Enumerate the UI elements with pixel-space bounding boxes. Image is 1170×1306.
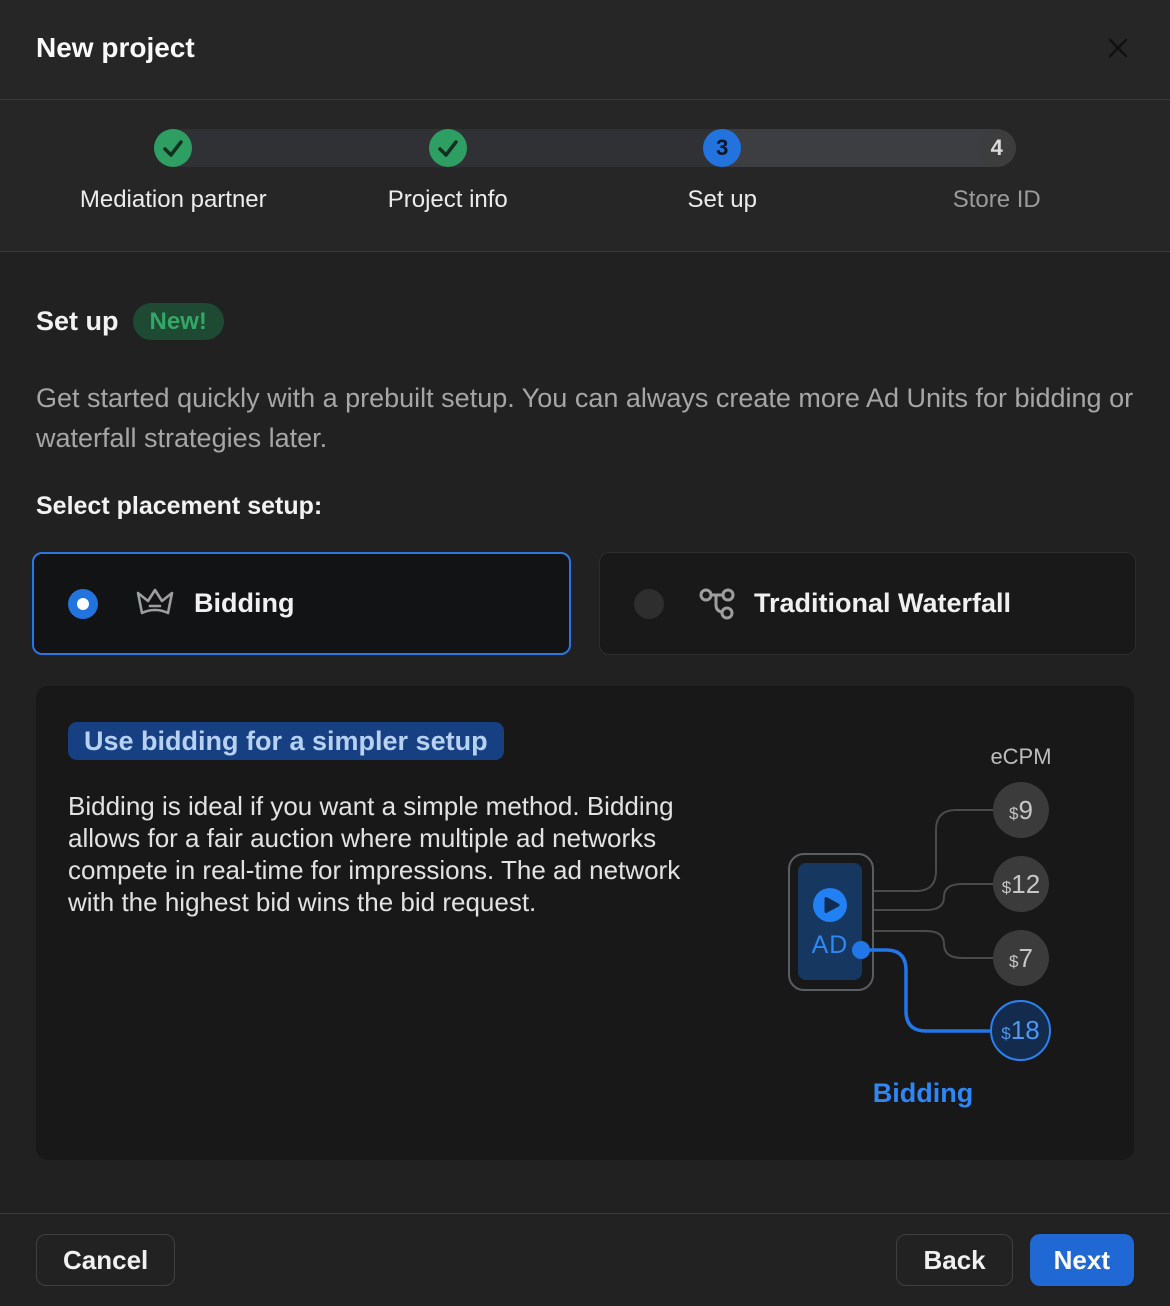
new-project-dialog: New project Mediation partner [0, 0, 1170, 1306]
select-placement-label: Select placement setup: [36, 492, 322, 521]
radio-bidding[interactable] [68, 589, 98, 619]
check-icon [154, 129, 192, 167]
option-card-traditional-waterfall[interactable]: Traditional Waterfall [599, 552, 1136, 655]
dialog-body: Set up New! Get started quickly with a p… [0, 252, 1170, 1213]
step-store-id: 4 Store ID [860, 129, 1135, 214]
phone-screen: AD [798, 863, 862, 980]
stepper-steps: Mediation partner Project info 3 Set up … [36, 129, 1134, 214]
ecpm-label: eCPM [961, 744, 1081, 770]
next-button[interactable]: Next [1030, 1234, 1134, 1286]
step-indicator-current: 3 [703, 129, 741, 167]
phone-illustration: AD [788, 853, 874, 991]
bidding-caption: Bidding [823, 1078, 1023, 1109]
cancel-button[interactable]: Cancel [36, 1234, 175, 1286]
bidding-hint-badge: Use bidding for a simpler setup [68, 722, 504, 760]
step-project-info: Project info [311, 129, 586, 214]
dialog-title: New project [36, 32, 195, 64]
step-indicator-upcoming: 4 [978, 129, 1016, 167]
placement-options: Bidding Traditional Waterfall [32, 552, 1136, 655]
bid-chip: $9 [993, 782, 1049, 838]
step-label: Store ID [953, 186, 1041, 214]
section-title: Set up [36, 306, 119, 337]
bidding-info-panel: Use bidding for a simpler setup Bidding … [36, 686, 1134, 1160]
play-icon [813, 888, 847, 922]
ad-label: AD [812, 931, 849, 960]
crown-icon [133, 586, 177, 622]
step-label: Project info [388, 186, 508, 214]
option-label: Bidding [194, 588, 294, 619]
stepper: Mediation partner Project info 3 Set up … [0, 100, 1170, 252]
close-button[interactable] [1096, 26, 1140, 70]
dialog-header: New project [0, 0, 1170, 100]
new-badge: New! [133, 303, 224, 340]
option-label: Traditional Waterfall [754, 588, 1011, 619]
step-label: Mediation partner [80, 186, 267, 214]
option-card-bidding[interactable]: Bidding [32, 552, 571, 655]
step-indicator-completed [429, 129, 467, 167]
back-button[interactable]: Back [896, 1234, 1012, 1286]
step-set-up: 3 Set up [585, 129, 860, 214]
bidding-description: Bidding is ideal if you want a simple me… [68, 790, 718, 918]
dialog-footer: Cancel Back Next [0, 1213, 1170, 1306]
step-mediation-partner: Mediation partner [36, 129, 311, 214]
radio-traditional-waterfall[interactable] [634, 589, 664, 619]
step-label: Set up [688, 186, 757, 214]
bid-chip: $12 [993, 856, 1049, 912]
section-description: Get started quickly with a prebuilt setu… [36, 378, 1134, 458]
waterfall-branch-icon [699, 587, 737, 621]
step-indicator-completed [154, 129, 192, 167]
section-heading-row: Set up New! [36, 303, 224, 340]
bid-chip-winner: $18 [990, 1000, 1051, 1061]
close-icon [1103, 33, 1133, 63]
check-icon [429, 129, 467, 167]
bid-origin-dot [852, 941, 870, 959]
bid-chip: $7 [993, 930, 1049, 986]
